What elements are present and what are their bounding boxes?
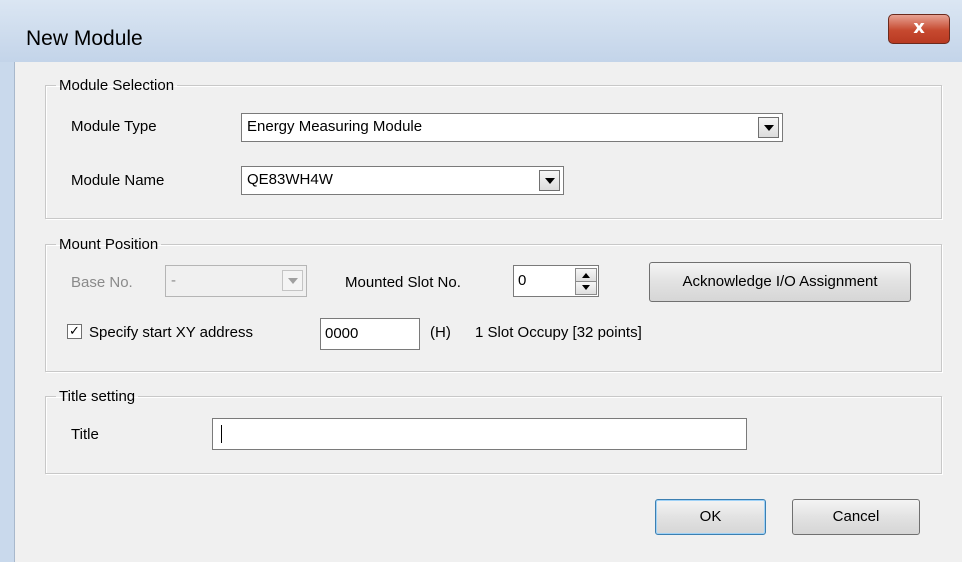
mounted-slot-input[interactable]: 0 bbox=[513, 265, 599, 297]
module-type-label: Module Type bbox=[71, 118, 157, 135]
module-selection-legend: Module Selection bbox=[59, 77, 175, 94]
close-button[interactable]: x bbox=[888, 14, 950, 44]
title-input[interactable] bbox=[212, 418, 747, 450]
acknowledge-io-assignment-label: Acknowledge I/O Assignment bbox=[682, 273, 878, 290]
title-bar[interactable]: New Module x bbox=[0, 0, 962, 62]
check-icon: ✓ bbox=[69, 324, 80, 339]
base-no-select: - bbox=[165, 265, 307, 297]
chevron-down-icon bbox=[282, 270, 303, 291]
specify-start-checkbox[interactable]: ✓ bbox=[67, 324, 82, 339]
chevron-down-icon[interactable] bbox=[575, 281, 597, 295]
chevron-down-icon[interactable] bbox=[758, 117, 779, 138]
hex-suffix: (H) bbox=[430, 324, 451, 341]
dialog-body: Module Selection Module Type Energy Meas… bbox=[14, 62, 962, 562]
module-name-value: QE83WH4W bbox=[247, 171, 333, 188]
acknowledge-io-assignment-button[interactable]: Acknowledge I/O Assignment bbox=[649, 262, 911, 302]
chevron-up-icon[interactable] bbox=[575, 268, 597, 282]
close-icon: x bbox=[913, 17, 925, 38]
cancel-button[interactable]: Cancel bbox=[792, 499, 920, 535]
chevron-down-icon[interactable] bbox=[539, 170, 560, 191]
specify-start-label[interactable]: Specify start XY address bbox=[89, 324, 253, 341]
mount-position-legend: Mount Position bbox=[59, 236, 159, 253]
dialog-title: New Module bbox=[26, 27, 143, 50]
module-name-label: Module Name bbox=[71, 172, 165, 189]
new-module-dialog: New Module x Module Selection Module Typ… bbox=[0, 0, 962, 562]
title-label: Title bbox=[71, 426, 99, 443]
text-caret bbox=[221, 425, 222, 443]
start-xy-address-input[interactable]: 0000 bbox=[320, 318, 420, 350]
mounted-slot-label: Mounted Slot No. bbox=[345, 274, 461, 291]
module-name-select[interactable]: QE83WH4W bbox=[241, 166, 564, 195]
module-type-value: Energy Measuring Module bbox=[247, 118, 423, 135]
slot-occupy-text: 1 Slot Occupy [32 points] bbox=[475, 324, 642, 341]
base-no-value: - bbox=[171, 272, 176, 289]
module-type-select[interactable]: Energy Measuring Module bbox=[241, 113, 783, 142]
mount-position-group: Mount Position bbox=[45, 236, 942, 372]
ok-button[interactable]: OK bbox=[655, 499, 766, 535]
title-setting-legend: Title setting bbox=[59, 388, 136, 405]
start-xy-address-value: 0000 bbox=[325, 325, 359, 342]
cancel-button-label: Cancel bbox=[832, 508, 880, 525]
module-selection-group: Module Selection bbox=[45, 77, 942, 219]
mounted-slot-value: 0 bbox=[518, 272, 527, 289]
ok-button-label: OK bbox=[699, 508, 722, 525]
base-no-label: Base No. bbox=[71, 274, 133, 291]
